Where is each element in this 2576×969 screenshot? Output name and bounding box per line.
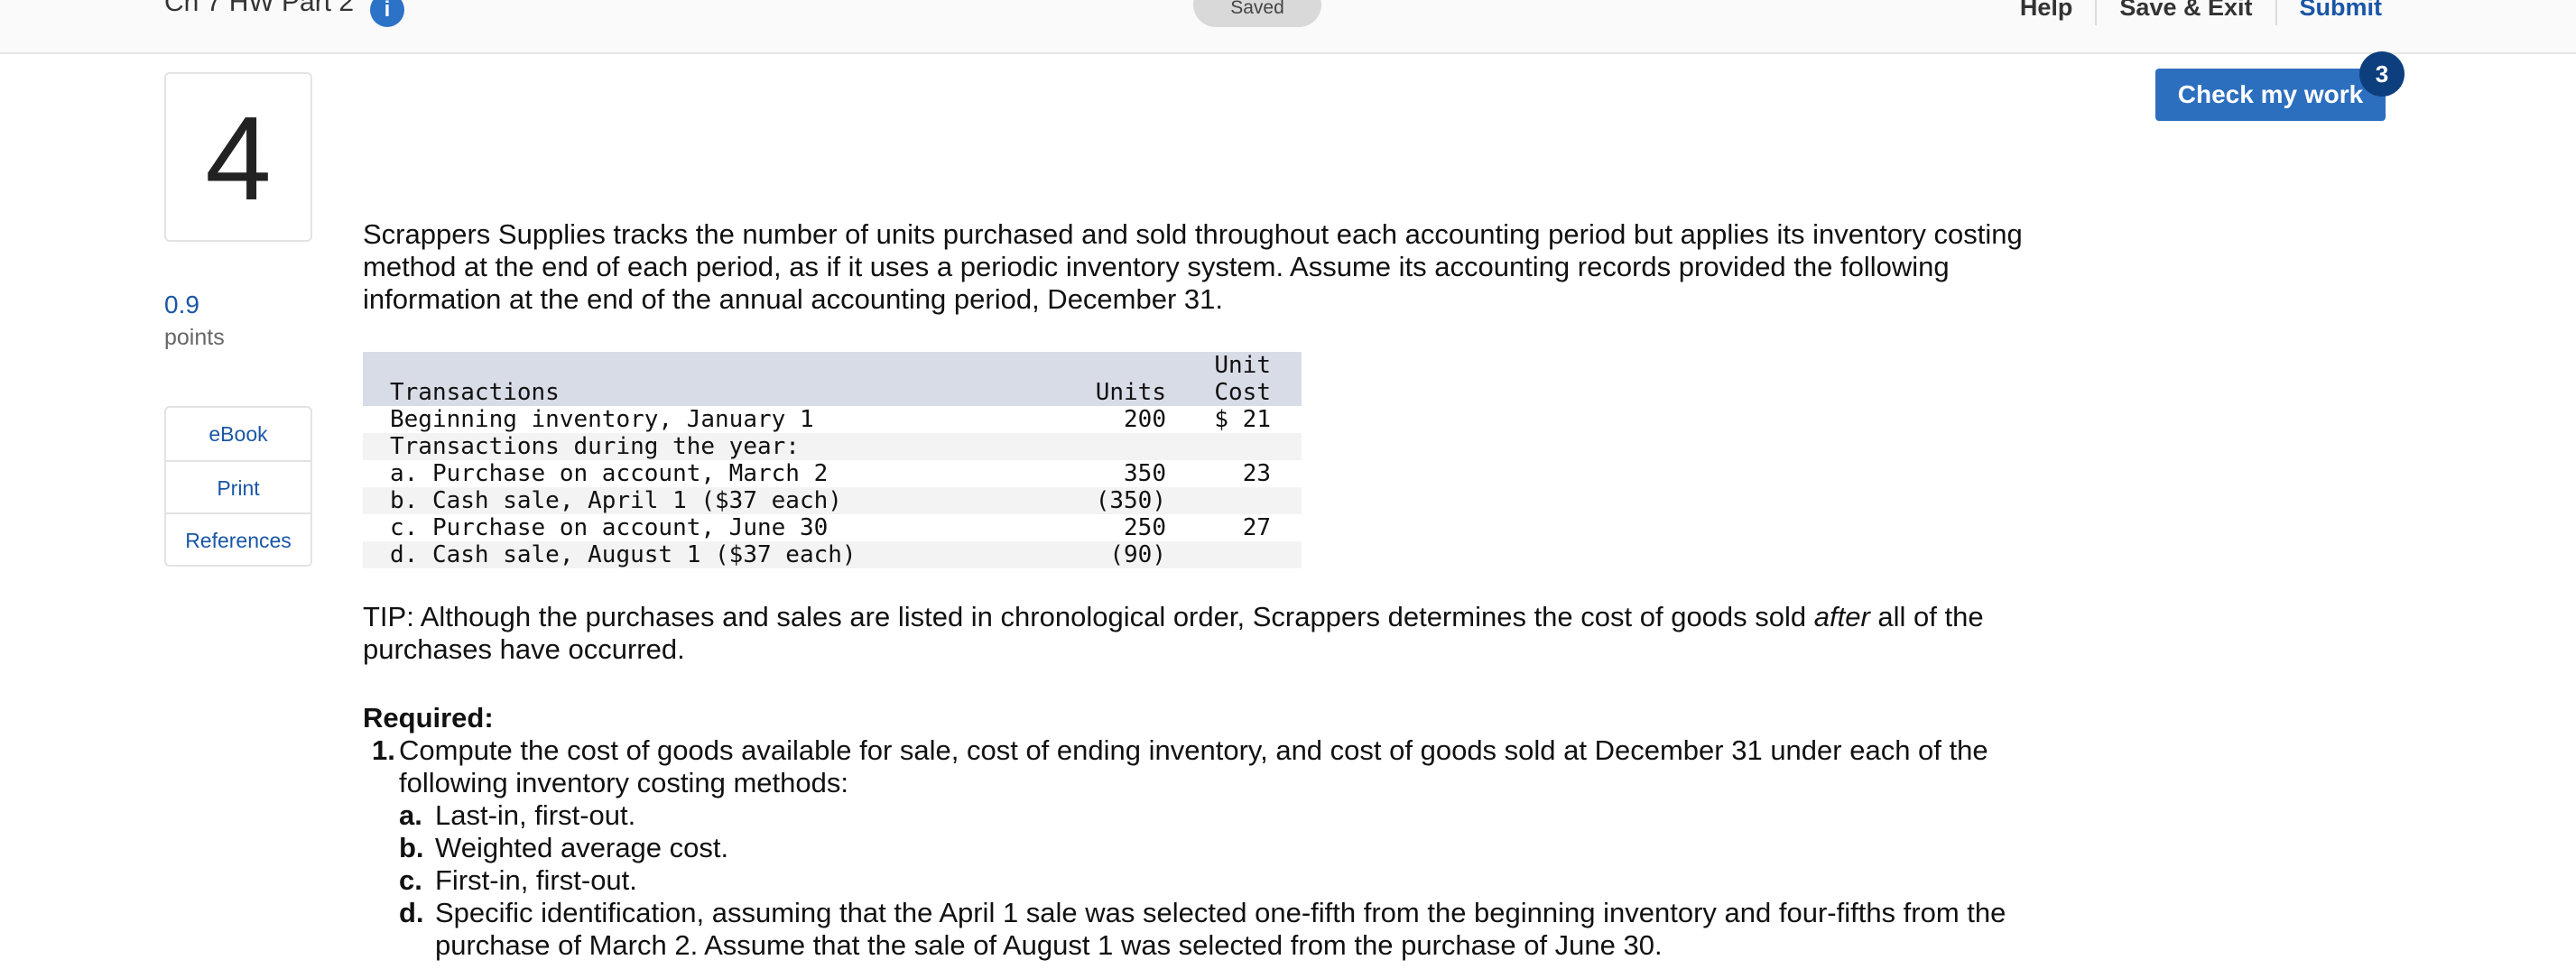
unit-cost-cell xyxy=(1166,433,1302,460)
table-row: Transactions during the year: xyxy=(363,433,1302,460)
col-header-transactions: Transactions xyxy=(390,379,560,406)
unit-cost-header-line: Unit xyxy=(1214,352,1271,379)
top-nav: Help Save & Exit Submit xyxy=(1997,0,2576,25)
transaction-cell: b. Cash sale, April 1 ($37 each) xyxy=(390,487,842,514)
table-row: Beginning inventory, January 1 200 $ 21 xyxy=(363,406,1302,433)
requirement-item: 1. Compute the cost of goods available fo… xyxy=(372,734,2060,962)
sub-requirement-text: Last-in, first-out. xyxy=(435,799,636,831)
table-header-row: Transactions Units Unit Cost xyxy=(363,352,1302,406)
table-row: a. Purchase on account, March 2 350 23 xyxy=(363,460,1302,487)
print-button[interactable]: Print xyxy=(166,460,310,512)
units-cell: 350 xyxy=(1124,460,1166,487)
sub-requirement-item: d. Specific identification, assuming that… xyxy=(399,897,2060,962)
sub-requirement-item: c. First-in, first-out. xyxy=(399,864,2060,897)
sub-requirement-item: a. Last-in, first-out. xyxy=(399,799,2060,832)
unit-cost-cell: 27 xyxy=(1242,514,1271,541)
unit-cost-cell: 23 xyxy=(1242,460,1271,487)
question-number: 4 xyxy=(205,92,272,225)
points-value: 0.9 xyxy=(164,291,199,318)
requirement-number: 1. xyxy=(372,734,395,766)
question-tools: eBook Print References xyxy=(164,406,312,567)
check-my-work-button[interactable]: Check my work xyxy=(2155,69,2386,121)
question-intro: Scrappers Supplies tracks the number of … xyxy=(363,218,2023,315)
units-cell xyxy=(1022,433,1166,460)
units-cell: 200 xyxy=(1124,406,1166,433)
check-attempts-badge: 3 xyxy=(2359,51,2405,97)
requirement-text: Compute the cost of goods available for … xyxy=(399,734,1988,798)
sub-requirement-text: Specific identification, assuming that t… xyxy=(435,897,2006,961)
sub-requirement-letter: a. xyxy=(399,799,422,831)
col-header-units: Units xyxy=(1095,379,1166,406)
sub-requirement-item: b. Weighted average cost. xyxy=(399,832,2060,864)
sub-requirement-text: First-in, first-out. xyxy=(435,864,637,896)
unit-cost-cell: $ 21 xyxy=(1214,406,1271,433)
table-row: b. Cash sale, April 1 ($37 each) (350) xyxy=(363,487,1302,514)
transaction-cell: d. Cash sale, August 1 ($37 each) xyxy=(390,541,857,568)
transaction-cell: Beginning inventory, January 1 xyxy=(390,406,814,433)
units-cell: (90) xyxy=(1109,541,1166,568)
help-link[interactable]: Help xyxy=(1997,0,2096,25)
tip-text: TIP: Although the purchases and sales ar… xyxy=(363,601,2060,666)
submit-link[interactable]: Submit xyxy=(2275,0,2382,25)
save-exit-link[interactable]: Save & Exit xyxy=(2095,0,2275,25)
required-heading: Required: xyxy=(363,702,494,734)
question-number-box: 4 xyxy=(164,72,312,242)
points-label: points xyxy=(164,325,225,350)
tip-emphasis: after xyxy=(1813,601,1870,632)
info-icon[interactable]: i xyxy=(370,0,404,27)
transaction-cell: Transactions during the year: xyxy=(390,433,800,460)
requirements-list: 1. Compute the cost of goods available fo… xyxy=(372,734,2060,962)
sub-requirement-letter: c. xyxy=(399,864,422,896)
sub-requirements-list: a. Last-in, first-out. b. Weighted average … xyxy=(399,799,2060,962)
assignment-title: Ch 7 HW Part 2 xyxy=(164,0,355,17)
unit-cost-cell xyxy=(1166,487,1302,514)
question-content: Scrappers Supplies tracks the number of … xyxy=(363,218,2060,962)
table-body: Beginning inventory, January 1 200 $ 21 Tra… xyxy=(363,406,1302,568)
transaction-cell: a. Purchase on account, March 2 xyxy=(390,460,829,487)
unit-cost-cell xyxy=(1166,541,1302,568)
sub-requirement-letter: b. xyxy=(399,832,424,863)
sub-requirement-text: Weighted average cost. xyxy=(435,832,729,863)
ebook-button[interactable]: eBook xyxy=(166,408,310,460)
units-cell: (350) xyxy=(1095,487,1166,514)
col-header-unit-cost: Unit Cost xyxy=(1166,352,1302,406)
top-bar: Ch 7 HW Part 2 i Saved Help Save & Exit … xyxy=(0,0,2576,54)
sub-requirement-letter: d. xyxy=(399,897,424,928)
table-row: c. Purchase on account, June 30 250 27 xyxy=(363,514,1302,541)
unit-cost-header-line: Cost xyxy=(1214,379,1271,406)
tip-prefix: TIP: Although the purchases and sales ar… xyxy=(363,601,1814,632)
saved-status-badge: Saved xyxy=(1193,0,1321,27)
references-button[interactable]: References xyxy=(166,512,310,565)
transaction-cell: c. Purchase on account, June 30 xyxy=(390,514,829,541)
transactions-table: Transactions Units Unit Cost Beginning in… xyxy=(363,352,1302,568)
units-cell: 250 xyxy=(1124,514,1166,541)
table-row: d. Cash sale, August 1 ($37 each) (90) xyxy=(363,541,1302,568)
